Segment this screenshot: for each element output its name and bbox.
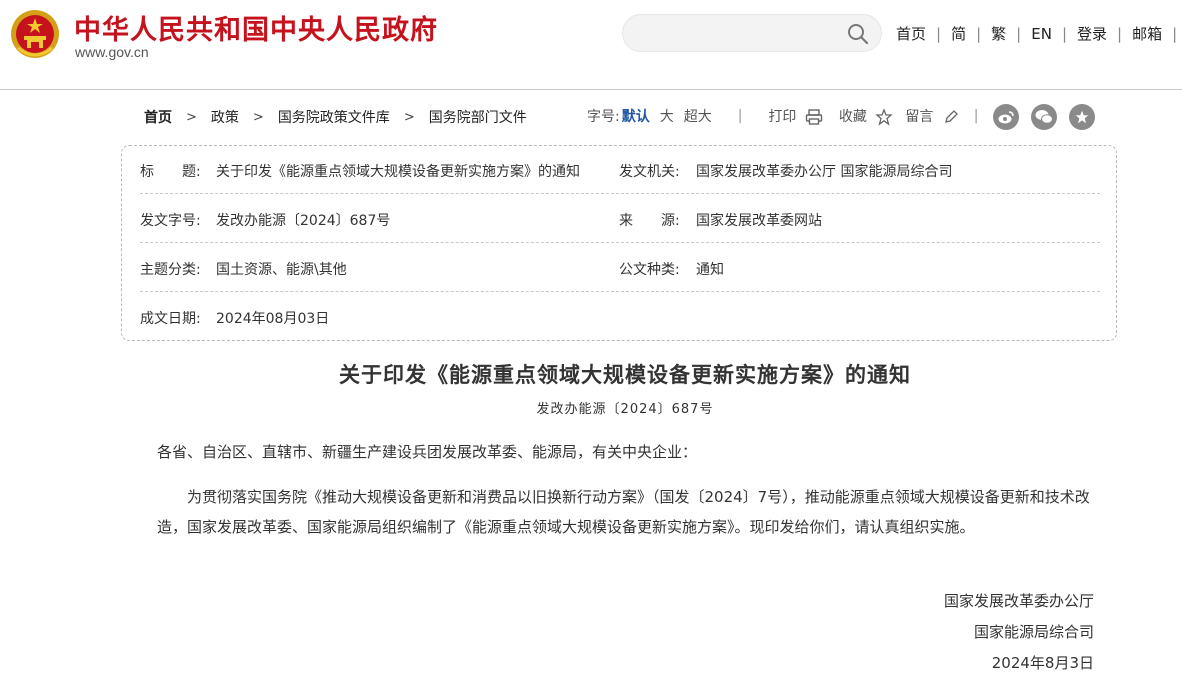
site-url[interactable]: www.gov.cn [75,44,149,60]
print-label: 打印 [768,109,797,125]
nav-separator: | [976,24,982,43]
wechat-icon[interactable] [1031,104,1057,130]
tools-separator: | [737,108,743,124]
comment-button[interactable]: 留言 [905,106,959,126]
info-row: 成文日期: 2024年08月03日 [140,293,1100,341]
font-size-label: 字号: [587,109,620,125]
nav-simplified[interactable]: 简 [951,23,966,44]
comment-label: 留言 [905,109,934,125]
tools-separator: | [973,108,979,124]
breadcrumb-department-docs[interactable]: 国务院部门文件 [429,107,527,127]
breadcrumb-policy-library[interactable]: 国务院政策文件库 [278,107,390,127]
info-issuer-value: 国家发展改革委办公厅 国家能源局综合司 [696,164,953,180]
nav-traditional[interactable]: 繁 [991,23,1006,44]
print-button[interactable]: 打印 [768,106,823,126]
pencil-icon [944,110,958,123]
article-title: 关于印发《能源重点领域大规模设备更新实施方案》的通知 [339,363,911,387]
info-row: 主题分类: 国土资源、能源\其他 公文种类: 通知 [140,244,1100,292]
share-icons [993,104,1095,130]
signature-ndrc-office: 国家发展改革委办公厅 [943,592,1094,610]
info-row: 标 题: 关于印发《能源重点领域大规模设备更新实施方案》的通知 发文机关: 国家… [140,146,1100,194]
signature-nea-office: 国家能源局综合司 [973,623,1094,641]
star-icon [875,108,894,126]
info-date-key: 成文日期: [140,311,201,327]
nav-home[interactable]: 首页 [896,23,926,44]
breadcrumb: 首页 > 政策 > 国务院政策文件库 > 国务院部门文件 [144,107,527,127]
info-docno-value: 发改办能源〔2024〕687号 [216,213,391,229]
signature-date: 2024年8月3日 [991,654,1094,672]
font-size-large[interactable]: 大 [660,106,674,126]
article-doc-number: 发改办能源〔2024〕687号 [536,402,714,417]
chevron-right-icon: > [186,109,197,125]
info-row: 发文字号: 发改办能源〔2024〕687号 来 源: 国家发展改革委网站 [140,195,1100,243]
info-docno-key: 发文字号: [140,213,201,229]
chevron-right-icon: > [252,109,264,125]
nav-separator: | [936,24,942,43]
article-tools: 字号: 默认 大 超大 | 打印 收藏 留言 | [587,106,979,126]
nav-separator: | [1061,24,1067,43]
info-title-key: 标 题: [140,164,201,180]
breadcrumb-policy[interactable]: 政策 [211,107,239,127]
info-type-value: 通知 [696,262,724,278]
info-source-key: 来 源: [619,213,680,229]
national-emblem-icon[interactable] [10,8,60,60]
site-header: 中华人民共和国中央人民政府 www.gov.cn 首页 | 简 | 繁 | EN… [0,0,1182,90]
info-type-key: 公文种类: [619,262,680,278]
article-salutation: 各省、自治区、直辖市、新疆生产建设兵团发展改革委、能源局，有关中央企业： [157,443,698,461]
favorite-label: 收藏 [838,109,867,125]
nav-mailbox[interactable]: 邮箱 [1132,23,1162,44]
nav-login[interactable]: 登录 [1077,23,1107,44]
font-size-default[interactable]: 默认 [622,106,650,126]
chevron-right-icon: > [403,109,415,125]
top-nav: 首页 | 简 | 繁 | EN | 登录 | 邮箱 | 无 [896,23,1182,44]
breadcrumb-home[interactable]: 首页 [144,107,172,127]
nav-separator: | [1016,24,1022,43]
favorite-button[interactable]: 收藏 [838,106,894,126]
info-issuer-key: 发文机关: [619,164,680,180]
weibo-icon[interactable] [993,104,1019,130]
site-title[interactable]: 中华人民共和国中央人民政府 [74,8,438,47]
info-title-value: 关于印发《能源重点领域大规模设备更新实施方案》的通知 [216,164,580,180]
search-icon[interactable] [847,23,869,45]
nav-separator: | [1117,24,1123,43]
article-body-paragraph: 为贯彻落实国务院《推动大规模设备更新和消费品以旧换新行动方案》（国发〔2024〕… [157,488,1090,536]
info-date-value: 2024年08月03日 [216,311,330,327]
info-topic-value: 国土资源、能源\其他 [216,262,347,278]
nav-separator: | [1172,24,1178,43]
search-box [622,14,882,52]
nav-english[interactable]: EN [1031,25,1052,43]
info-topic-key: 主题分类: [140,262,201,278]
document-info-box: 标 题: 关于印发《能源重点领域大规模设备更新实施方案》的通知 发文机关: 国家… [121,145,1117,341]
favorite-star-icon[interactable] [1069,104,1095,130]
info-source-value: 国家发展改革委网站 [696,213,822,229]
printer-icon [805,109,823,125]
font-size-xlarge[interactable]: 超大 [684,106,712,126]
search-input[interactable] [639,23,839,45]
